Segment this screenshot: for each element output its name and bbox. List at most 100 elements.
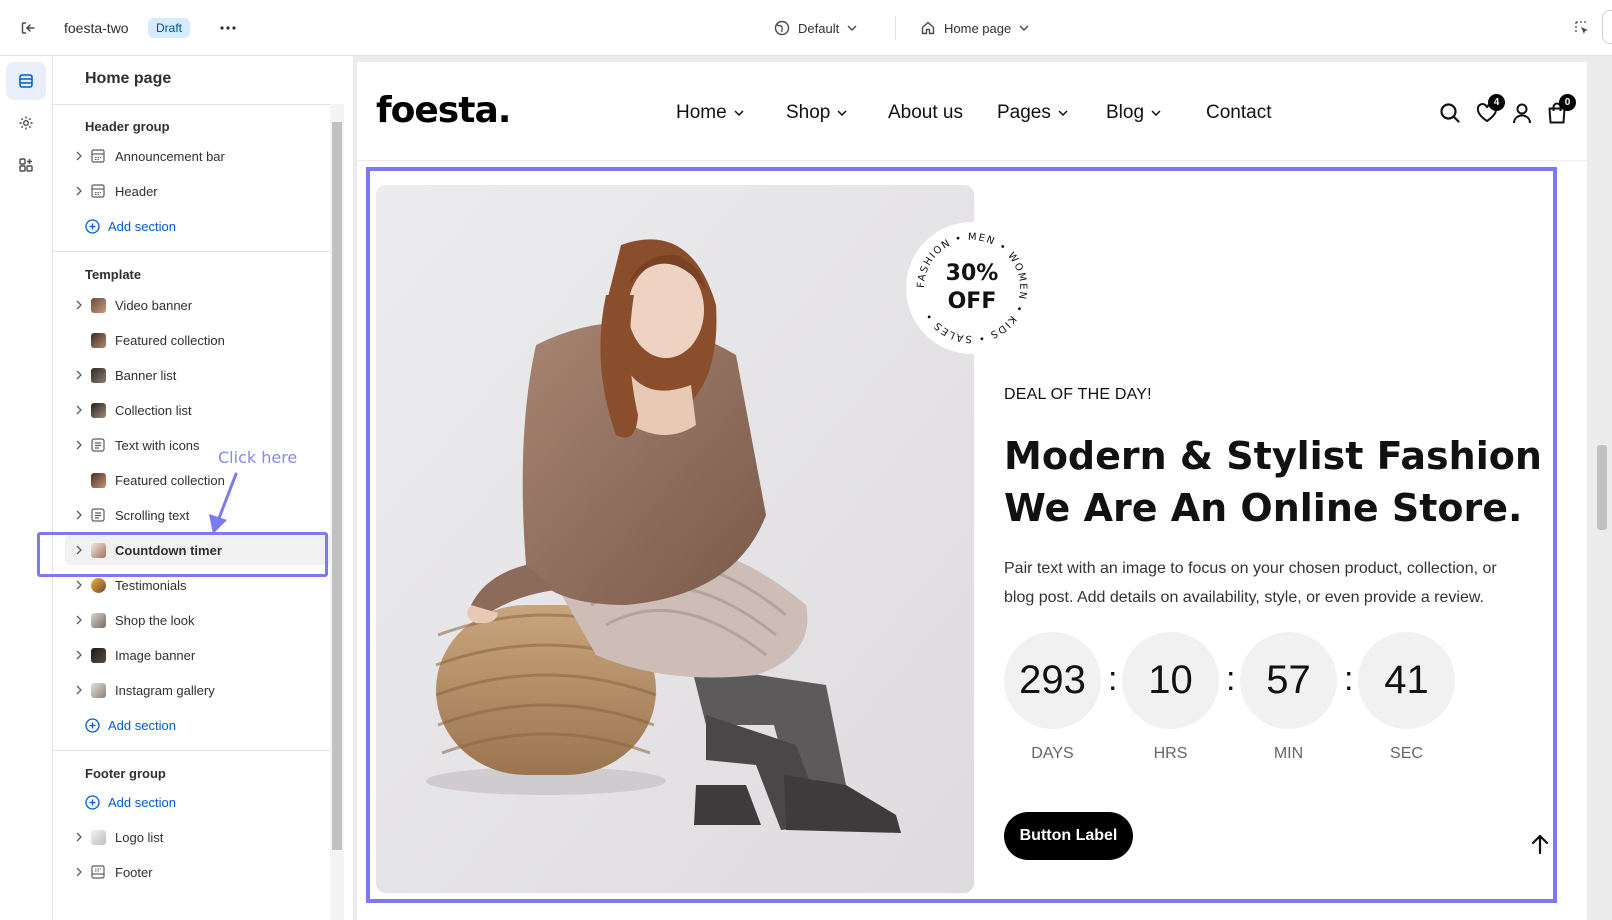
annotation-label: Click here [218,448,298,467]
nav-item-blog[interactable]: Blog [1106,100,1161,126]
panel-title: Home page [85,70,172,87]
section-thumbnail [89,681,107,699]
section-item-shop-the-look[interactable]: Shop the look [65,605,333,635]
section-item-label: Shop the look [115,612,195,628]
layout-section-icon [89,182,107,200]
chevron-right-icon[interactable] [69,500,89,530]
chevron-right-icon[interactable] [69,395,89,425]
section-item-featured-collection-2[interactable]: Featured collection [65,465,333,495]
add-section-button[interactable]: Add section [85,787,176,817]
section-item-instagram-gallery[interactable]: Instagram gallery [65,675,333,705]
divider [895,16,896,40]
preview-scrollbar-thumb[interactable] [1597,445,1607,530]
store-name: foesta-two [64,20,129,36]
store-logo[interactable]: foesta. [376,90,511,131]
text-block-icon [89,506,107,524]
header-group-title: Header group [85,119,170,134]
chevron-right-icon[interactable] [69,640,89,670]
sections-icon[interactable] [6,62,46,100]
chevron-right-icon[interactable] [69,290,89,320]
panel-scrollbar-thumb[interactable] [332,122,342,850]
nav-item-label: Blog [1106,102,1145,123]
chevron-right-icon[interactable] [69,822,89,852]
nav-item-label: About us [888,102,963,123]
add-section-button[interactable]: Add section [85,710,176,740]
section-item-header[interactable]: Header [65,176,333,206]
annotation-arrow-icon [209,472,238,534]
chevron-right-icon[interactable] [69,605,89,635]
nav-item-shop[interactable]: Shop [786,100,847,126]
theme-selector[interactable]: Default [774,17,857,39]
section-item-label: Text with icons [115,437,200,453]
panel-toggle[interactable] [1602,10,1612,44]
section-item-label: Banner list [115,367,177,383]
chevron-down-icon [734,110,744,116]
section-item-video-banner[interactable]: Video banner [65,290,333,320]
nav-item-label: Pages [997,102,1051,123]
plus-circle-icon [85,218,100,234]
nav-item-label: Home [676,102,727,123]
divider [53,750,337,751]
chevron-down-icon [847,25,857,31]
search-icon[interactable] [1437,100,1463,126]
section-item-banner-list[interactable]: Banner list [65,360,333,390]
section-item-label: Logo list [115,829,164,845]
footer-group-title: Footer group [85,766,166,781]
annotation-highlight [37,532,328,577]
add-section-label: Add section [108,218,176,234]
section-thumbnail [89,611,107,629]
section-thumbnail [89,331,107,349]
template-group-title: Template [85,267,142,282]
section-item-logo-list[interactable]: Logo list [65,822,333,852]
header-divider [357,160,1587,161]
theme-settings-icon[interactable] [6,104,46,142]
page-selector[interactable]: Home page [920,17,1029,39]
chevron-right-icon[interactable] [69,857,89,887]
editor-rail [0,56,53,920]
text-block-icon [89,436,107,454]
add-section-label: Add section [108,794,176,810]
section-item-label: Footer [115,864,153,880]
account-icon[interactable] [1509,100,1535,126]
section-thumbnail [89,576,107,594]
chevron-down-icon [1019,25,1029,31]
apps-icon[interactable] [6,146,46,184]
theme-selector-label: Default [798,20,840,36]
chevron-right-icon[interactable] [69,360,89,390]
inspector-icon[interactable] [1570,16,1594,40]
section-item-image-banner[interactable]: Image banner [65,640,333,670]
section-item-label: Announcement bar [115,148,225,164]
chevron-right-icon[interactable] [69,675,89,705]
exit-icon[interactable] [16,18,40,38]
layout-section-icon [89,147,107,165]
section-item-announcement-bar[interactable]: Announcement bar [65,141,333,171]
more-actions-icon[interactable] [214,18,242,38]
nav-item-label: Shop [786,102,831,123]
section-thumbnail [89,366,107,384]
add-section-label: Add section [108,717,176,733]
section-item-scrolling-text[interactable]: Scrolling text [65,500,333,530]
section-thumbnail [89,296,107,314]
chevron-right-icon[interactable] [69,176,89,206]
nav-item-about-us[interactable]: About us [888,100,963,126]
section-item-label: Scrolling text [115,507,190,523]
section-thumbnail [89,646,107,664]
section-item-label: Instagram gallery [115,682,215,698]
selected-section-outline [366,167,1557,903]
divider [53,251,337,252]
section-item-label: Collection list [115,402,192,418]
nav-item-home[interactable]: Home [676,100,744,126]
section-item-collection-list[interactable]: Collection list [65,395,333,425]
section-item-footer[interactable]: Footer [65,857,333,887]
cart-count-badge: 0 [1559,94,1576,111]
add-section-button[interactable]: Add section [85,211,176,241]
section-item-featured-collection[interactable]: Featured collection [65,325,333,355]
chevron-right-icon[interactable] [69,430,89,460]
chevron-down-icon [837,110,847,116]
layout-section-icon [89,863,107,881]
nav-item-contact[interactable]: Contact [1206,100,1271,126]
chevron-right-icon[interactable] [69,141,89,171]
nav-item-pages[interactable]: Pages [997,100,1068,126]
divider [53,104,337,105]
plus-circle-icon [85,794,100,810]
